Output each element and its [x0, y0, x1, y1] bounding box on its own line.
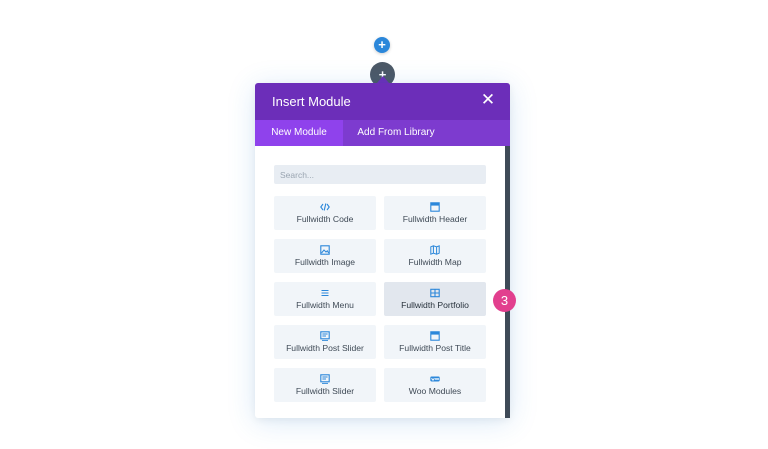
- module-label: Fullwidth Post Slider: [286, 343, 364, 353]
- module-fullwidth-image[interactable]: Fullwidth Image: [274, 239, 376, 273]
- module-woo-modules[interactable]: Woo Modules: [384, 368, 486, 402]
- modal-scrollbar[interactable]: [505, 146, 510, 418]
- module-label: Fullwidth Post Title: [399, 343, 471, 353]
- module-label: Fullwidth Code: [296, 214, 354, 224]
- map-icon: [430, 245, 440, 255]
- module-fullwidth-slider[interactable]: Fullwidth Slider: [274, 368, 376, 402]
- close-icon[interactable]: ✕: [480, 91, 496, 108]
- tab-new-module[interactable]: New Module: [255, 120, 343, 146]
- search-input[interactable]: [274, 165, 486, 184]
- module-label: Woo Modules: [408, 386, 462, 396]
- module-label: Fullwidth Slider: [295, 386, 355, 396]
- module-label: Fullwidth Menu: [296, 300, 354, 310]
- step-badge: 3: [493, 289, 516, 312]
- post-slider-icon: [320, 331, 330, 341]
- woo-icon: [430, 376, 440, 382]
- module-label: Fullwidth Image: [294, 257, 356, 267]
- add-section-button[interactable]: +: [374, 37, 390, 53]
- modal-header: Insert Module ✕: [255, 83, 510, 120]
- tab-bar: New Module Add From Library: [255, 120, 510, 146]
- image-icon: [320, 245, 330, 255]
- menu-icon: [321, 290, 329, 296]
- insert-module-modal: Insert Module ✕ New Module Add From Libr…: [255, 83, 510, 418]
- tab-add-from-library[interactable]: Add From Library: [343, 120, 449, 146]
- module-fullwidth-map[interactable]: Fullwidth Map: [384, 239, 486, 273]
- module-fullwidth-code[interactable]: Fullwidth Code: [274, 196, 376, 230]
- modal-title: Insert Module: [272, 94, 351, 109]
- module-label: Fullwidth Header: [402, 214, 468, 224]
- modal-caret: [377, 76, 389, 83]
- module-label: Fullwidth Map: [408, 257, 462, 267]
- header-icon: [430, 202, 440, 212]
- module-fullwidth-post-title[interactable]: Fullwidth Post Title: [384, 325, 486, 359]
- module-fullwidth-header[interactable]: Fullwidth Header: [384, 196, 486, 230]
- module-fullwidth-post-slider[interactable]: Fullwidth Post Slider: [274, 325, 376, 359]
- module-fullwidth-portfolio[interactable]: Fullwidth Portfolio: [384, 282, 486, 316]
- post-title-icon: [430, 331, 440, 341]
- module-fullwidth-menu[interactable]: Fullwidth Menu: [274, 282, 376, 316]
- code-icon: [320, 203, 330, 211]
- module-label: Fullwidth Portfolio: [401, 300, 469, 310]
- portfolio-icon: [430, 288, 440, 298]
- slider-icon: [320, 374, 330, 384]
